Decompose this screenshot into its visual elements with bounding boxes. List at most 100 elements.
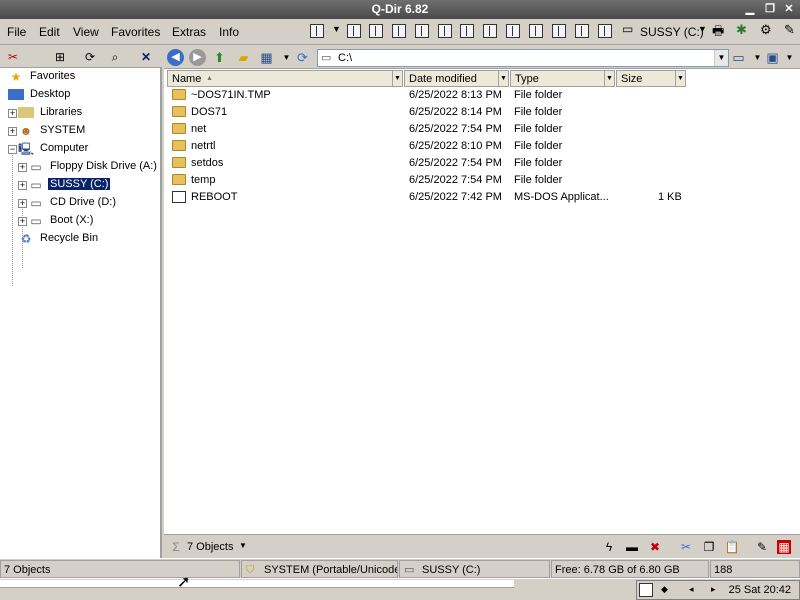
zoom-icon[interactable]: ⚙ <box>760 22 772 38</box>
copy-icon[interactable]: ❐ <box>701 539 717 555</box>
monitor-icon[interactable]: ▭ <box>730 49 747 66</box>
clock[interactable]: 25 Sat 20:42 <box>729 584 791 596</box>
expand-cd-drive[interactable]: + <box>18 199 27 208</box>
drive-selector[interactable]: SUSSY (C:) <box>640 25 704 39</box>
chevron-down-icon[interactable]: ▼ <box>675 71 685 86</box>
expand-floppy[interactable]: + <box>18 163 27 172</box>
tree-item-computer[interactable]: 🖳 Computer <box>18 140 90 157</box>
file-row[interactable]: setdos 6/25/2022 7:54 PM File folder <box>170 155 800 172</box>
chevron-down-icon[interactable]: ▼ <box>239 541 247 550</box>
help-icon[interactable]: ✎ <box>784 22 795 38</box>
menu-edit[interactable]: Edit <box>39 25 60 39</box>
collapse-computer[interactable]: − <box>8 145 17 154</box>
paste-icon[interactable]: 📋 <box>724 539 740 555</box>
column-name[interactable]: Name ▲ ▼ <box>167 70 403 87</box>
refresh-icon[interactable]: ⟳ <box>294 49 311 66</box>
layout-icon[interactable] <box>506 24 520 38</box>
folder-icon[interactable]: ▰ <box>235 49 252 66</box>
delete-icon[interactable]: ✖ <box>647 539 663 555</box>
chevron-down-icon[interactable]: ▼ <box>714 50 728 66</box>
menu-bar: File Edit View Favorites Extras Info ▼ ▭… <box>0 19 800 45</box>
file-row[interactable]: REBOOT 6/25/2022 7:42 PM MS-DOS Applicat… <box>170 189 800 206</box>
chevron-down-icon[interactable]: ▼ <box>332 24 341 34</box>
shield-icon: ⛉ <box>246 564 255 576</box>
refresh-icon[interactable]: ⟳ <box>82 49 98 65</box>
chevron-down-icon[interactable]: ▼ <box>392 71 402 86</box>
column-size[interactable]: Size ▼ <box>616 70 686 87</box>
file-row[interactable]: netrtl 6/25/2022 8:10 PM File folder <box>170 138 800 155</box>
file-date: 6/25/2022 7:54 PM <box>409 157 502 169</box>
column-date-modified[interactable]: Date modified ▼ <box>404 70 509 87</box>
file-row[interactable]: net 6/25/2022 7:54 PM File folder <box>170 121 800 138</box>
back-icon[interactable]: ◀ <box>167 49 184 66</box>
search-icon[interactable]: ⌕ <box>107 49 123 65</box>
close-button[interactable]: ✕ <box>781 1 797 17</box>
star-icon[interactable]: ✱ <box>736 22 747 38</box>
tray-arrow-icon[interactable]: ◂ <box>689 584 694 595</box>
layout-icon[interactable] <box>438 24 452 38</box>
chevron-down-icon[interactable]: ▼ <box>698 24 707 34</box>
tray-diamond-icon[interactable]: ◆ <box>661 584 668 595</box>
address-bar[interactable]: ▭ ▼ <box>317 49 729 67</box>
hard-drive-icon: ▭ <box>30 213 42 228</box>
tree-item-boot[interactable]: ▭ Boot (X:) <box>28 212 95 229</box>
chevron-down-icon[interactable]: ▼ <box>498 71 508 86</box>
expand-libraries[interactable]: + <box>8 109 17 118</box>
pane-object-count[interactable]: 7 Objects <box>187 541 233 553</box>
task-button[interactable] <box>0 580 514 588</box>
forward-icon[interactable]: ▶ <box>189 49 206 66</box>
layout-icon[interactable] <box>310 24 324 38</box>
menu-view[interactable]: View <box>73 25 99 39</box>
chevron-down-icon[interactable]: ▼ <box>278 49 295 66</box>
layout-icon[interactable] <box>415 24 429 38</box>
chevron-down-icon[interactable]: ▼ <box>604 71 614 86</box>
file-row[interactable]: temp 6/25/2022 7:54 PM File folder <box>170 172 800 189</box>
tree-item-floppy[interactable]: ▭ Floppy Disk Drive (A:) <box>28 158 159 175</box>
drive-icon[interactable]: ▬ <box>624 539 640 555</box>
display-icon[interactable]: ▣ <box>764 49 781 66</box>
lightning-icon[interactable]: ϟ <box>601 539 617 555</box>
expand-system[interactable]: + <box>8 127 17 136</box>
tree-item-sussy[interactable]: ▭ SUSSY (C:) <box>28 176 111 193</box>
file-row[interactable]: ~DOS71IN.TMP 6/25/2022 8:13 PM File fold… <box>170 87 800 104</box>
split-icon[interactable]: ⊞ <box>52 49 68 65</box>
tree-item-libraries[interactable]: Libraries <box>18 104 84 121</box>
up-icon[interactable]: ⬆ <box>211 49 228 66</box>
tree-item-recycle-bin[interactable]: ♻ Recycle Bin <box>18 230 100 247</box>
tree-item-system[interactable]: ☻ SYSTEM <box>18 122 87 139</box>
menu-extras[interactable]: Extras <box>172 25 206 39</box>
tray-icon[interactable] <box>639 583 653 597</box>
menu-info[interactable]: Info <box>219 25 239 39</box>
expand-sussy[interactable]: + <box>18 181 27 190</box>
cut-icon[interactable]: ✂ <box>678 539 694 555</box>
layout-icon[interactable] <box>552 24 566 38</box>
layout-icon[interactable] <box>529 24 543 38</box>
address-input[interactable] <box>338 51 708 65</box>
menu-favorites[interactable]: Favorites <box>111 25 160 39</box>
minimize-button[interactable]: ▁ <box>742 1 758 17</box>
file-row[interactable]: DOS71 6/25/2022 8:14 PM File folder <box>170 104 800 121</box>
expand-boot[interactable]: + <box>18 217 27 226</box>
layout-icon[interactable] <box>392 24 406 38</box>
close-icon[interactable]: ✕ <box>138 49 154 65</box>
restore-button[interactable]: ❐ <box>762 1 778 17</box>
view-mode-icon[interactable]: ▦ <box>258 49 275 66</box>
layout-icon[interactable] <box>347 24 361 38</box>
layout-icon[interactable] <box>598 24 612 38</box>
tree-item-cd-drive[interactable]: ▭ CD Drive (D:) <box>28 194 118 211</box>
layout-icon[interactable] <box>575 24 589 38</box>
printer-icon[interactable]: 🖶 <box>712 22 724 44</box>
pin-icon[interactable]: ✂ <box>5 49 21 65</box>
tray-arrow-icon[interactable]: ▸ <box>711 584 716 595</box>
layout-icon[interactable] <box>483 24 497 38</box>
stop-icon[interactable]: ▦ <box>777 540 791 554</box>
menu-file[interactable]: File <box>7 25 26 39</box>
layout-icon[interactable] <box>369 24 383 38</box>
layout-icon[interactable] <box>460 24 474 38</box>
tree-item-desktop[interactable]: Desktop <box>8 86 72 103</box>
chevron-down-icon[interactable]: ▼ <box>781 49 798 66</box>
drive-icon[interactable]: ▭ <box>622 22 633 36</box>
edit-icon[interactable]: ✎ <box>754 539 770 555</box>
column-type[interactable]: Type ▼ <box>510 70 615 87</box>
tree-item-favorites[interactable]: ★ Favorites <box>8 68 77 85</box>
